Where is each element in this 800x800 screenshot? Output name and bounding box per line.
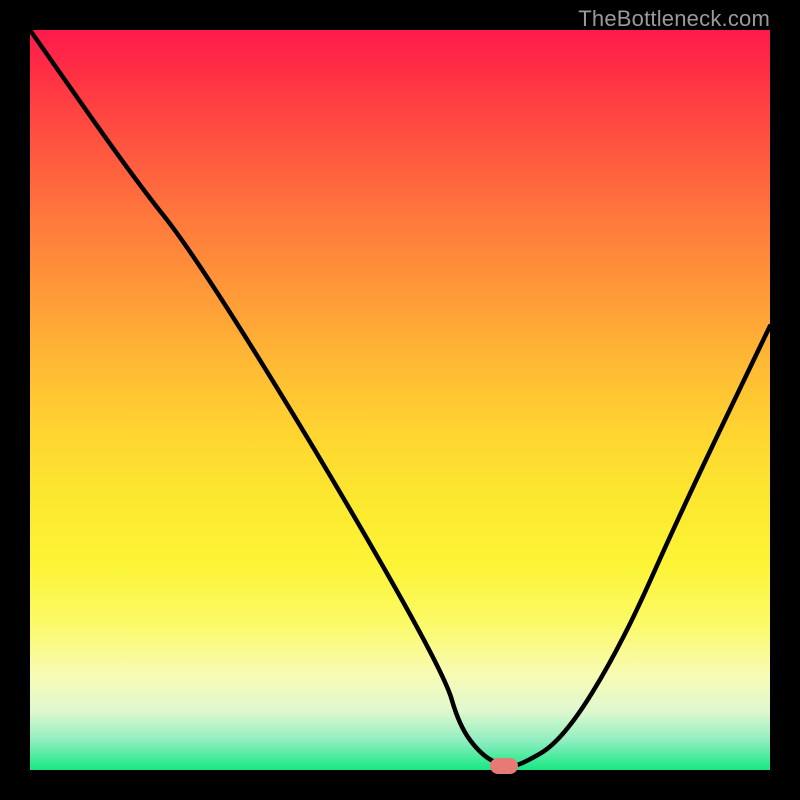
curve-path xyxy=(30,30,770,766)
plot-area xyxy=(30,30,770,770)
bottleneck-curve xyxy=(30,30,770,770)
chart-frame: TheBottleneck.com xyxy=(0,0,800,800)
watermark-text: TheBottleneck.com xyxy=(578,6,770,32)
optimal-marker xyxy=(490,758,518,774)
